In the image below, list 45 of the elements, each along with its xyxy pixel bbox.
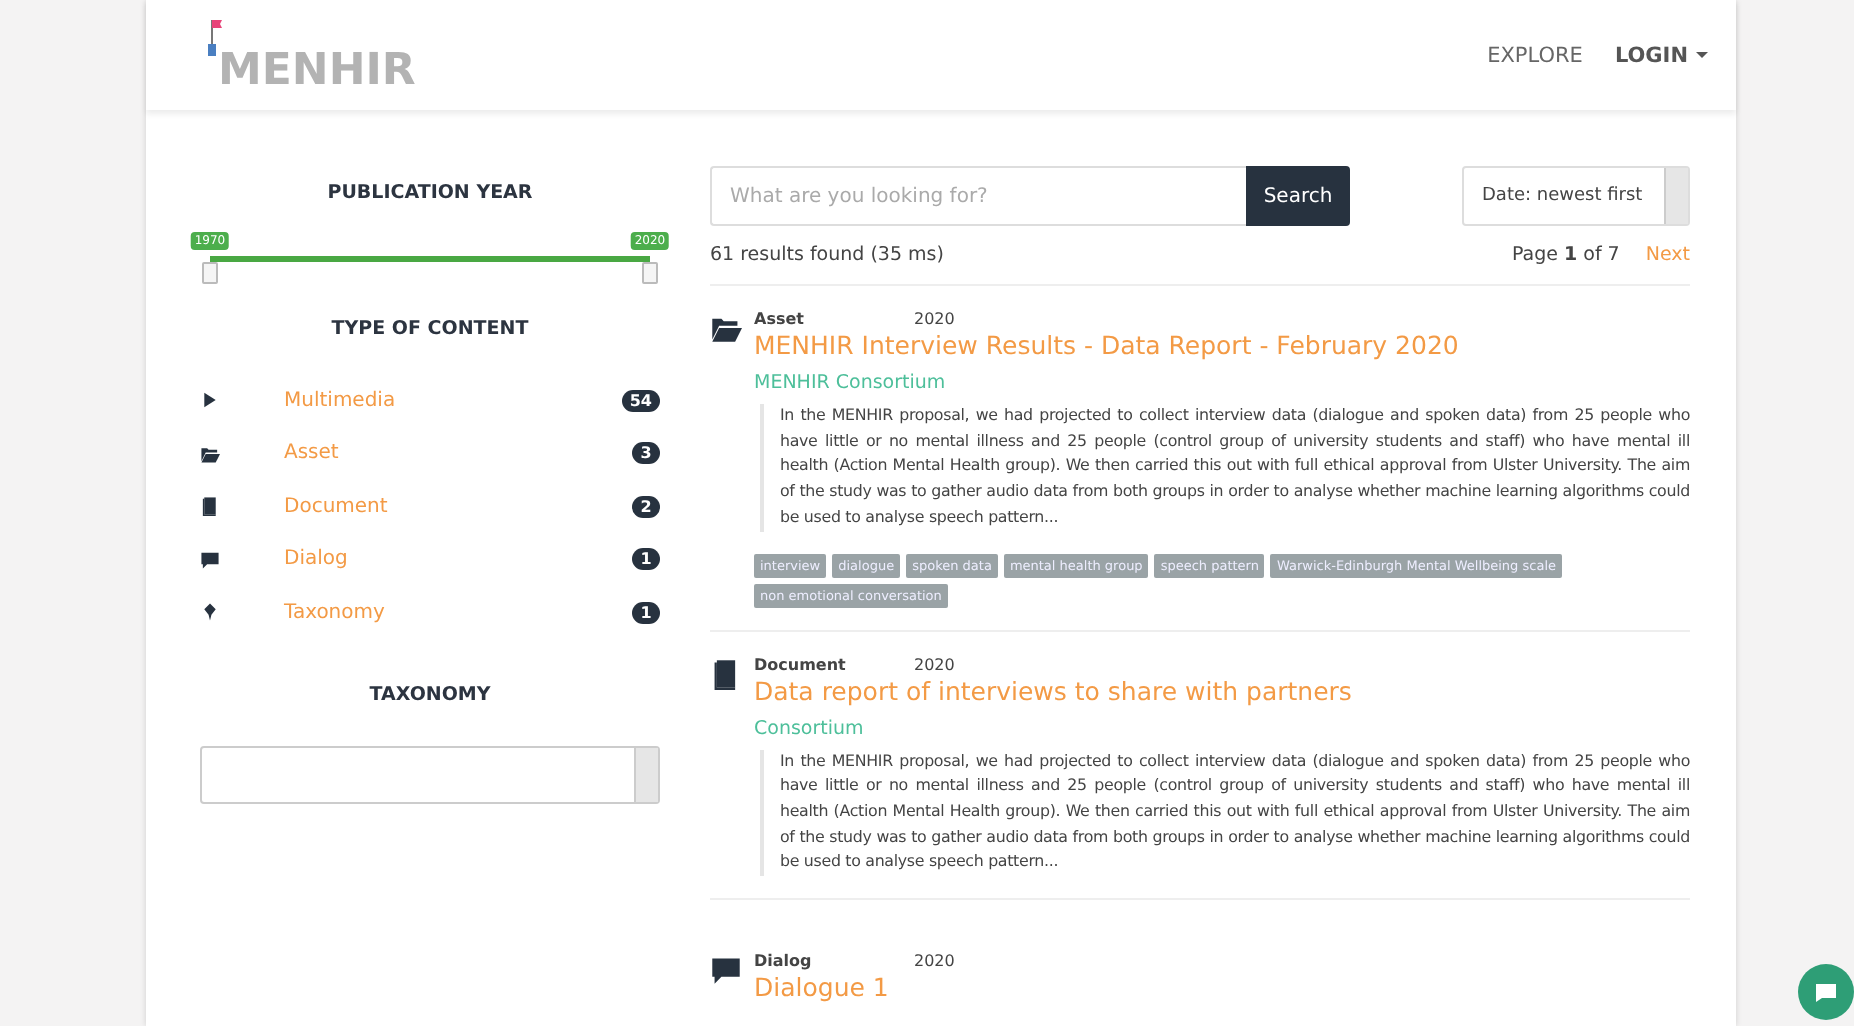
filter-link[interactable]: Dialog	[284, 548, 632, 571]
speech-bubble-icon	[200, 549, 220, 570]
nav-link[interactable]: EXPLORE	[1487, 43, 1583, 67]
next-link[interactable]: Next	[1645, 244, 1690, 266]
result-type: Dialog	[754, 952, 814, 971]
results-count: 61 results found (35 ms)	[710, 244, 944, 266]
filter-link[interactable]: Asset	[284, 442, 632, 465]
page-indicator: Page 1 of 7	[1511, 244, 1620, 266]
filter-link[interactable]: Taxonomy	[284, 601, 632, 624]
section-heading: PUBLICATION YEAR	[325, 182, 535, 208]
result-title[interactable]: Dialogue 1	[754, 972, 1690, 1003]
taxonomy-select[interactable]	[200, 745, 660, 803]
result-title[interactable]: Data report of interviews to share with partners	[754, 675, 1690, 706]
count-badge: 1	[632, 548, 660, 571]
search-button[interactable]: Search	[1246, 166, 1350, 226]
result-type: Document	[754, 655, 848, 674]
result-title[interactable]: MENHIR Interview Results - Data Report - February 2020	[754, 330, 1690, 360]
search-field[interactable]: What are you looking for?	[710, 166, 1246, 226]
chat-button[interactable]	[1798, 964, 1854, 1020]
play-icon	[200, 390, 220, 411]
login-dropdown[interactable]: LOGIN	[1614, 43, 1708, 67]
logo[interactable]: MENHIR	[206, 15, 416, 95]
section-heading: TYPE OF CONTENT	[329, 318, 531, 344]
result-author: Consortium	[754, 717, 866, 740]
caret-icon	[1696, 52, 1708, 58]
map-pin-icon	[200, 602, 220, 623]
result-year: 2020	[914, 310, 955, 328]
book-icon	[200, 496, 220, 517]
result-year: 2020	[914, 655, 955, 674]
slider-handle[interactable]	[202, 262, 218, 284]
count-badge: 3	[632, 442, 660, 465]
count-badge: 54	[621, 389, 660, 412]
result-type: Asset	[754, 310, 806, 328]
sort-select[interactable]: Date: newest first	[1462, 166, 1690, 226]
speech-bubble-icon	[710, 954, 742, 987]
folder-icon	[200, 443, 220, 464]
filter-link[interactable]: Document	[284, 495, 632, 518]
section-heading: TAXONOMY	[367, 683, 493, 709]
speech-bubble-icon	[1814, 981, 1838, 1003]
count-badge: 2	[632, 495, 660, 518]
filter-link[interactable]: Multimedia	[284, 389, 622, 412]
result-year: 2020	[914, 952, 955, 971]
slider-handle[interactable]	[642, 262, 658, 284]
result-author: MENHIR Consortium	[754, 372, 948, 394]
count-badge: 1	[632, 601, 660, 624]
